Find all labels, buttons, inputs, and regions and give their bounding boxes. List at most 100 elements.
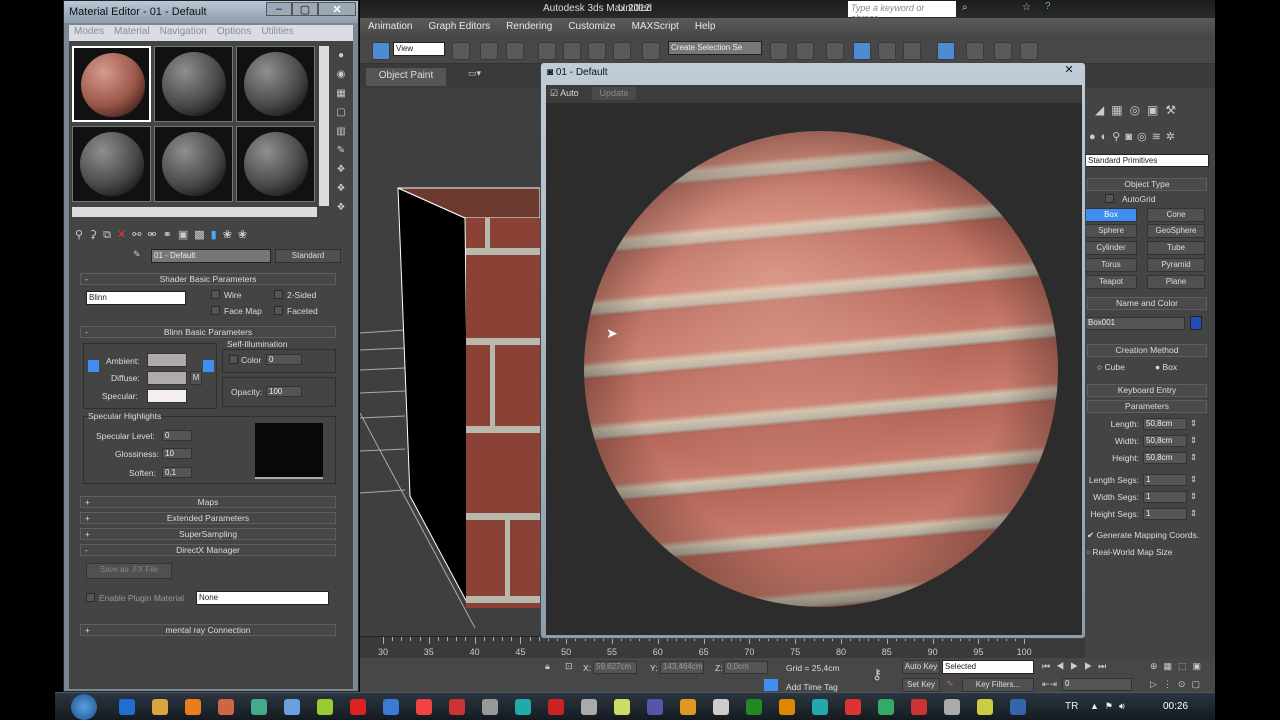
language-indicator[interactable]: TR xyxy=(1065,701,1078,712)
taskbar-app-icon[interactable] xyxy=(812,699,828,715)
gen-mapping-checkbox[interactable]: ✔ Generate Mapping Coords. xyxy=(1087,530,1199,541)
opacity-field[interactable]: 100 xyxy=(266,386,302,397)
tray-icons[interactable]: ▲⚑🔊︎ xyxy=(1090,701,1131,712)
material-name-field[interactable]: 01 - Default xyxy=(151,249,271,263)
specular-level-field[interactable]: 0 xyxy=(162,430,192,441)
plugin-dropdown[interactable]: None xyxy=(196,591,329,605)
z-coord-field[interactable]: 0,0cm xyxy=(724,661,768,674)
slots-horizontal-scrollbar[interactable] xyxy=(72,207,317,217)
tube-button[interactable]: Tube xyxy=(1147,241,1205,255)
self-illum-color-checkbox[interactable] xyxy=(229,355,238,364)
diffuse-swatch[interactable] xyxy=(147,371,187,385)
param-field[interactable]: 1 xyxy=(1143,508,1187,520)
close-button[interactable]: ✕ xyxy=(318,2,356,16)
absolute-mode-icon[interactable]: ⊡ xyxy=(565,661,573,672)
param-field[interactable]: 50,8cm xyxy=(1143,418,1187,430)
taskbar-app-icon[interactable] xyxy=(845,699,861,715)
menu-material[interactable]: Material xyxy=(109,25,155,41)
maximize-button[interactable]: ▢ xyxy=(292,2,318,16)
taskbar-app-icon[interactable] xyxy=(317,699,333,715)
menu-animation[interactable]: Animation xyxy=(360,18,420,38)
taskbar-app-icon[interactable] xyxy=(647,699,663,715)
menu-rendering[interactable]: Rendering xyxy=(498,18,560,38)
auto-checkbox[interactable]: ☑ Auto xyxy=(550,88,579,99)
set-key-button[interactable]: Set Key xyxy=(902,678,940,692)
object-type-header[interactable]: Object Type xyxy=(1087,178,1207,191)
menu-graph-editors[interactable]: Graph Editors xyxy=(420,18,498,38)
spinner-icon[interactable]: ⇕ xyxy=(1190,452,1197,463)
search-input[interactable]: Type a keyword or phrase xyxy=(848,1,956,23)
param-field[interactable]: 1 xyxy=(1143,474,1187,486)
ambient-swatch[interactable] xyxy=(147,353,187,367)
shader-rollout-header[interactable]: - Shader Basic Parameters xyxy=(80,273,336,285)
sample-slot-2[interactable] xyxy=(154,46,233,122)
edit-named-selection-icon[interactable] xyxy=(642,42,660,60)
teapot-button[interactable]: Teapot xyxy=(1085,275,1137,289)
menu-utilities[interactable]: Utilities xyxy=(256,25,298,41)
creation-method-header[interactable]: Creation Method xyxy=(1087,344,1207,357)
snap-up-icon[interactable] xyxy=(506,42,524,60)
torus-button[interactable]: Torus xyxy=(1085,258,1137,272)
spinner-snap-icon[interactable] xyxy=(613,42,631,60)
render-teapot-icon[interactable] xyxy=(1020,42,1038,60)
param-field[interactable]: 50,8cm xyxy=(1143,435,1187,447)
radio-box[interactable]: ● Box xyxy=(1155,362,1177,372)
taskbar-app-icon[interactable] xyxy=(713,699,729,715)
face-map-checkbox[interactable] xyxy=(211,306,220,315)
clock[interactable]: 00:26 xyxy=(1163,701,1188,712)
supersampling-rollout[interactable]: + SuperSampling xyxy=(80,528,336,540)
time-tag-icon[interactable] xyxy=(764,679,778,691)
snap-3d-icon[interactable] xyxy=(538,42,556,60)
taskbar-app-icon[interactable] xyxy=(185,699,201,715)
taskbar-app-icon[interactable] xyxy=(878,699,894,715)
specular-swatch[interactable] xyxy=(147,389,187,403)
name-color-header[interactable]: Name and Color xyxy=(1087,297,1207,310)
update-button[interactable]: Update xyxy=(592,87,636,100)
align-icon[interactable] xyxy=(796,42,814,60)
sample-slot-6[interactable] xyxy=(236,126,315,202)
lock-ambient-diffuse-icon[interactable] xyxy=(88,360,99,372)
menu-customize[interactable]: Customize xyxy=(560,18,623,38)
two-sided-checkbox[interactable] xyxy=(274,290,283,299)
taskbar-app-icon[interactable] xyxy=(944,699,960,715)
soften-field[interactable]: 0,1 xyxy=(162,467,192,478)
keyboard-entry-header[interactable]: Keyboard Entry xyxy=(1087,384,1207,397)
lock-icon[interactable]: 🔒︎ xyxy=(545,661,550,672)
lock-diffuse-specular-icon[interactable] xyxy=(203,360,214,372)
taskbar-app-icon[interactable] xyxy=(779,699,795,715)
default-tangent-icon[interactable]: ∿ xyxy=(946,678,954,689)
param-field[interactable]: 50,8cm xyxy=(1143,452,1187,464)
taskbar-app-icon[interactable] xyxy=(383,699,399,715)
maps-rollout[interactable]: + Maps xyxy=(80,496,336,508)
pivot-icon[interactable] xyxy=(452,42,470,60)
menu-maxscript[interactable]: MAXScript xyxy=(624,18,687,38)
save-fx-button[interactable]: Save as .FX File xyxy=(86,563,172,579)
cone-button[interactable]: Cone xyxy=(1147,208,1205,222)
mirror-icon[interactable] xyxy=(770,42,788,60)
taskbar-app-icon[interactable] xyxy=(251,699,267,715)
diffuse-map-button[interactable]: M xyxy=(190,371,202,385)
render-frame-icon[interactable] xyxy=(994,42,1012,60)
taskbar-app-icon[interactable] xyxy=(482,699,498,715)
x-coord-field[interactable]: 59,627cm xyxy=(593,661,637,674)
category-dropdown[interactable]: Standard Primitives xyxy=(1085,154,1209,167)
key-filters-button[interactable]: Key Filters... xyxy=(962,678,1034,692)
wire-checkbox[interactable] xyxy=(211,290,220,299)
spinner-icon[interactable]: ⇕ xyxy=(1190,508,1197,519)
spinner-icon[interactable]: ⇕ xyxy=(1190,491,1197,502)
taskbar-app-icon[interactable] xyxy=(515,699,531,715)
object-color-swatch[interactable] xyxy=(1190,316,1202,330)
layers-icon[interactable] xyxy=(826,42,844,60)
percent-snap-icon[interactable] xyxy=(588,42,606,60)
schematic-icon[interactable] xyxy=(903,42,921,60)
playback-controls[interactable]: ⏮◀▶▶⏭ xyxy=(1042,661,1112,672)
taskbar-app-icon[interactable] xyxy=(350,699,366,715)
star-icon[interactable]: ☆ xyxy=(1022,2,1031,13)
pyramid-button[interactable]: Pyramid xyxy=(1147,258,1205,272)
material-type-button[interactable]: Standard xyxy=(275,249,341,263)
current-frame-field[interactable]: 0 xyxy=(1062,678,1132,691)
taskbar-app-icon[interactable] xyxy=(614,699,630,715)
shader-dropdown[interactable]: Blinn xyxy=(86,291,186,305)
menu-navigation[interactable]: Navigation xyxy=(155,25,212,41)
blinn-rollout-header[interactable]: - Blinn Basic Parameters xyxy=(80,326,336,338)
